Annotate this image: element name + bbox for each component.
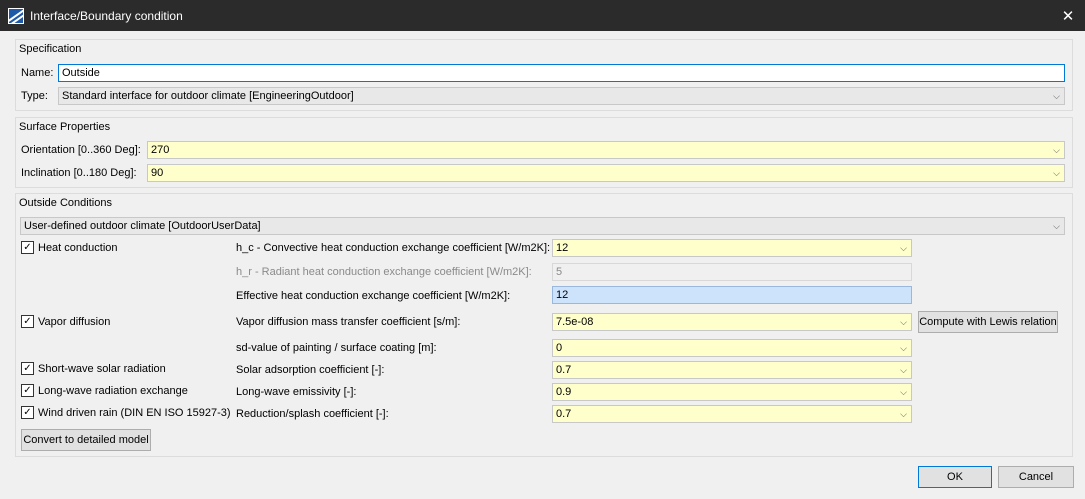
hc-label: h_c - Convective heat conduction exchang… xyxy=(236,242,551,254)
eff-input[interactable]: 12 xyxy=(552,286,912,304)
wind-rain-checkbox[interactable]: ✓ Wind driven rain (DIN EN ISO 15927-3) xyxy=(21,406,231,419)
splash-select[interactable]: 0.7 ⌵ xyxy=(552,405,912,423)
type-label: Type: xyxy=(21,90,48,102)
short-wave-label: Short-wave solar radiation xyxy=(38,362,166,375)
climate-select[interactable]: User-defined outdoor climate [OutdoorUse… xyxy=(20,217,1065,235)
name-input[interactable]: Outside xyxy=(58,64,1065,82)
hc-value: 12 xyxy=(556,242,569,254)
hc-select[interactable]: 12 ⌵ xyxy=(552,239,912,257)
inclination-select[interactable]: 90 ⌵ xyxy=(147,164,1065,182)
solar-value: 0.7 xyxy=(556,364,572,376)
heat-conduction-label: Heat conduction xyxy=(38,241,118,254)
emissivity-value: 0.9 xyxy=(556,386,572,398)
splash-label: Reduction/splash coefficient [-]: xyxy=(236,408,389,420)
chevron-down-icon: ⌵ xyxy=(900,343,907,353)
orientation-label: Orientation [0..360 Deg]: xyxy=(21,144,141,156)
title-bar: Interface/Boundary condition ✕ xyxy=(0,0,1085,31)
check-icon: ✓ xyxy=(21,362,34,375)
chevron-down-icon: ⌵ xyxy=(900,387,907,397)
solar-select[interactable]: 0.7 ⌵ xyxy=(552,361,912,379)
chevron-down-icon: ⌵ xyxy=(900,317,907,327)
type-value: Standard interface for outdoor climate [… xyxy=(62,90,354,102)
convert-detailed-button[interactable]: Convert to detailed model xyxy=(21,429,151,451)
chevron-down-icon: ⌵ xyxy=(900,243,907,253)
surface-properties-title: Surface Properties xyxy=(19,121,111,133)
vapor-value: 7.5e-08 xyxy=(556,316,594,328)
hr-label: h_r - Radiant heat conduction exchange c… xyxy=(236,266,532,278)
vapor-label: Vapor diffusion mass transfer coefficien… xyxy=(236,316,461,328)
cancel-button[interactable]: Cancel xyxy=(998,466,1074,488)
short-wave-checkbox[interactable]: ✓ Short-wave solar radiation xyxy=(21,362,166,375)
orientation-value: 270 xyxy=(151,144,170,156)
chevron-down-icon: ⌵ xyxy=(900,409,907,419)
inclination-value: 90 xyxy=(151,167,164,179)
chevron-down-icon: ⌵ xyxy=(1053,91,1060,101)
inclination-label: Inclination [0..180 Deg]: xyxy=(21,167,137,179)
check-icon: ✓ xyxy=(21,241,34,254)
vapor-select[interactable]: 7.5e-08 ⌵ xyxy=(552,313,912,331)
heat-conduction-checkbox[interactable]: ✓ Heat conduction xyxy=(21,241,118,254)
app-logo-icon xyxy=(8,7,24,24)
outside-conditions-group: Outside Conditions User-defined outdoor … xyxy=(15,193,1073,457)
close-icon[interactable]: ✕ xyxy=(1051,0,1085,31)
outside-conditions-title: Outside Conditions xyxy=(19,197,112,209)
chevron-down-icon: ⌵ xyxy=(1053,145,1060,155)
sd-value: 0 xyxy=(556,342,563,354)
check-icon: ✓ xyxy=(21,315,34,328)
window-title: Interface/Boundary condition xyxy=(30,8,183,23)
specification-group: Specification Name: Outside Type: Standa… xyxy=(15,39,1073,111)
long-wave-label: Long-wave radiation exchange xyxy=(38,384,188,397)
emissivity-label: Long-wave emissivity [-]: xyxy=(236,386,357,398)
eff-label: Effective heat conduction exchange coeff… xyxy=(236,290,511,302)
sd-label: sd-value of painting / surface coating [… xyxy=(236,342,437,354)
chevron-down-icon: ⌵ xyxy=(1053,168,1060,178)
splash-value: 0.7 xyxy=(556,408,572,420)
lewis-relation-button[interactable]: Compute with Lewis relation xyxy=(918,311,1058,333)
solar-label: Solar adsorption coefficient [-]: xyxy=(236,364,385,376)
surface-properties-group: Surface Properties Orientation [0..360 D… xyxy=(15,117,1073,188)
chevron-down-icon: ⌵ xyxy=(900,365,907,375)
check-icon: ✓ xyxy=(21,384,34,397)
vapor-diffusion-label: Vapor diffusion xyxy=(38,315,111,328)
type-select[interactable]: Standard interface for outdoor climate [… xyxy=(58,87,1065,105)
long-wave-checkbox[interactable]: ✓ Long-wave radiation exchange xyxy=(21,384,188,397)
ok-button[interactable]: OK xyxy=(918,466,992,488)
orientation-select[interactable]: 270 ⌵ xyxy=(147,141,1065,159)
climate-value: User-defined outdoor climate [OutdoorUse… xyxy=(24,220,261,232)
chevron-down-icon: ⌵ xyxy=(1053,221,1060,231)
hr-input: 5 xyxy=(552,263,912,281)
wind-rain-label: Wind driven rain (DIN EN ISO 15927-3) xyxy=(38,406,231,419)
specification-title: Specification xyxy=(19,43,82,55)
emissivity-select[interactable]: 0.9 ⌵ xyxy=(552,383,912,401)
vapor-diffusion-checkbox[interactable]: ✓ Vapor diffusion xyxy=(21,315,110,328)
name-label: Name: xyxy=(21,67,54,79)
check-icon: ✓ xyxy=(21,406,34,419)
sd-select[interactable]: 0 ⌵ xyxy=(552,339,912,357)
